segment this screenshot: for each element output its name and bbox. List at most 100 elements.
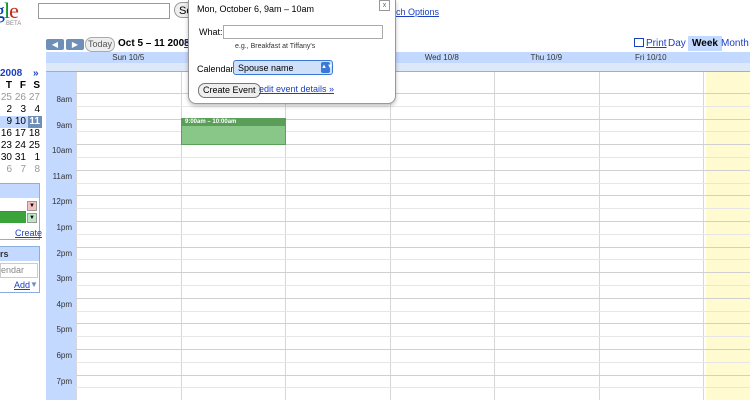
search-input[interactable] [38, 3, 170, 19]
mini-calendar-day[interactable]: 16 [0, 128, 14, 140]
google-logo: gle BETA [0, 0, 22, 27]
day-header[interactable]: Wed 10/8 [390, 52, 495, 63]
mini-calendar-day[interactable]: 25 [0, 92, 14, 104]
hour-label: 7pm [56, 376, 72, 386]
panel-header [0, 184, 39, 198]
mini-calendar-day[interactable]: 2 [0, 104, 14, 116]
quick-add-popup: Mon, October 6, 9am – 10am x What: e.g.,… [188, 0, 396, 104]
next-week-button[interactable]: ▶ [66, 39, 84, 50]
add-calendar-link[interactable]: Add [14, 280, 30, 290]
day-column-divider [598, 72, 600, 400]
calendar-select[interactable]: Spouse name ▲▼ [233, 60, 333, 75]
hour-gridline [76, 297, 750, 299]
mini-calendar-day[interactable]: 3 [14, 104, 28, 116]
mini-calendar-day[interactable]: 17 [14, 128, 28, 140]
half-hour-gridline [76, 336, 750, 338]
mini-calendar-week-row: 23 24 25 [0, 140, 42, 152]
hour-label: 12pm [51, 197, 72, 207]
mini-calendar-day[interactable]: 24 [14, 140, 28, 152]
calendar-event[interactable]: 9:00am – 10:00am [181, 118, 286, 145]
mini-calendar-dow-row: T F S [5, 80, 40, 91]
close-icon[interactable]: x [379, 0, 390, 11]
what-input[interactable] [223, 25, 383, 39]
mini-calendar-day[interactable]: 26 [14, 92, 28, 104]
what-example: e.g., Breakfast at Tiffany's [235, 43, 316, 50]
calendar-select-value: Spouse name [238, 63, 294, 73]
calendar-2-menu-icon[interactable]: ▼ [27, 213, 37, 223]
hour-label: 11am [52, 171, 72, 181]
hour-gridline [76, 323, 750, 325]
mini-calendar-day[interactable]: 8 [28, 164, 42, 176]
mini-calendar-day[interactable]: 1 [28, 152, 42, 164]
mini-calendar-day[interactable]: 31 [14, 152, 28, 164]
mini-calendar-week-row: 9 10 11 [0, 116, 42, 128]
tab-day[interactable]: Day [664, 36, 690, 51]
day-header[interactable]: Sun 10/5 [76, 52, 181, 63]
mini-calendar-day[interactable]: 6 [0, 164, 14, 176]
hour-gridline [76, 246, 750, 248]
hour-gridline [76, 93, 750, 94]
half-hour-gridline [76, 208, 750, 210]
mini-calendar-week-row: 30 31 1 [0, 152, 42, 164]
hour-label: 8am [56, 95, 72, 104]
half-hour-gridline [76, 182, 750, 184]
today-button[interactable]: Today [85, 37, 115, 52]
hour-label: 5pm [56, 325, 72, 335]
prev-week-button[interactable]: ◀ [46, 39, 64, 50]
chevron-down-icon: ▲▼ [321, 62, 333, 73]
mini-calendar-day[interactable]: 4 [28, 104, 42, 116]
hour-gridline [76, 272, 750, 274]
mini-calendar-day[interactable]: 10 [14, 116, 28, 128]
mini-calendar-day[interactable]: 9 [0, 116, 14, 128]
mini-calendar-day[interactable]: 23 [0, 140, 14, 152]
hour-label: 2pm [56, 248, 72, 258]
hour-gridline [76, 221, 750, 222]
print-link[interactable]: Print [634, 38, 667, 49]
mini-calendar-day[interactable]: 27 [28, 92, 42, 104]
hour-label: 9am [56, 120, 72, 130]
calendar-label: Calendar: [197, 64, 237, 74]
half-hour-gridline [76, 105, 750, 107]
mini-calendar-day[interactable]: 7 [14, 164, 28, 176]
half-hour-gridline [76, 131, 750, 133]
edit-event-details-link[interactable]: edit event details » [259, 84, 334, 94]
add-calendar-input[interactable]: endar [0, 263, 38, 278]
create-event-button[interactable]: Create Event [198, 83, 261, 98]
mini-calendar-day[interactable]: 25 [28, 140, 42, 152]
create-calendar-link[interactable]: Create [15, 228, 42, 238]
day-column-divider [76, 72, 77, 400]
calendar-1-menu-icon[interactable]: ▼ [27, 201, 37, 211]
half-hour-gridline [76, 157, 750, 158]
hour-label: 3pm [56, 274, 72, 284]
day-column-divider [389, 72, 391, 400]
mini-calendar-week-row: 678 [0, 164, 42, 176]
day-header[interactable]: Fri 10/10 [599, 52, 704, 63]
day-column-divider [703, 72, 704, 400]
add-dropdown-icon[interactable]: ▼ [30, 280, 38, 289]
half-hour-gridline [76, 285, 750, 286]
calendar-item-2[interactable] [0, 212, 26, 223]
mini-calendar-week-row: 25 26 27 [0, 92, 42, 104]
hour-label: 6pm [56, 351, 72, 360]
hour-gridline [76, 349, 750, 350]
mini-calendar-day[interactable]: 30 [0, 152, 14, 164]
all-day-row[interactable] [46, 63, 750, 72]
mini-calendar-day[interactable]: 11 [28, 116, 42, 128]
half-hour-gridline [76, 387, 750, 389]
search-options-link[interactable]: rch Options [393, 7, 439, 17]
tab-month[interactable]: Month [717, 36, 750, 51]
mini-calendar-day[interactable]: 18 [28, 128, 42, 140]
hour-gridline [76, 118, 750, 120]
half-hour-gridline [76, 310, 750, 312]
hour-label: 1pm [56, 223, 72, 232]
half-hour-gridline [76, 361, 750, 363]
what-label: What: [199, 27, 223, 37]
mini-calendar-next-link[interactable]: » [33, 67, 39, 80]
hour-gridline [76, 374, 750, 376]
hour-label: 10am [51, 146, 72, 156]
panel-header: rs [0, 247, 39, 261]
day-header[interactable]: Thu 10/9 [494, 52, 599, 63]
today-column[interactable] [706, 72, 750, 400]
hour-gridline [76, 144, 750, 146]
popup-title: Mon, October 6, 9am – 10am [197, 4, 315, 14]
